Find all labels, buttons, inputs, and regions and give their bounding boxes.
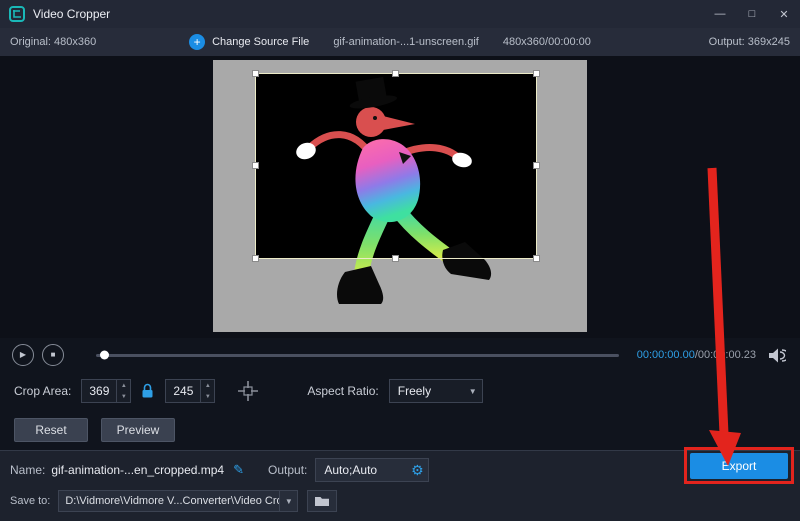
crop-handle[interactable] bbox=[252, 70, 259, 77]
output-format-value: Auto;Auto bbox=[324, 463, 378, 477]
crop-selection-box[interactable] bbox=[252, 70, 540, 262]
crop-handle[interactable] bbox=[252, 255, 259, 262]
crop-width-spinners: ▲ ▼ bbox=[116, 380, 130, 402]
gear-icon[interactable]: ⚙ bbox=[406, 462, 428, 479]
original-size-label: Original: 480x360 bbox=[10, 36, 97, 48]
source-filename: gif-animation-...1-unscreen.gif bbox=[333, 36, 479, 48]
center-crosshair-icon[interactable] bbox=[237, 380, 259, 402]
stop-icon: ■ bbox=[50, 350, 56, 359]
current-time: 00:00:00.00 bbox=[636, 349, 695, 361]
spin-up-icon[interactable]: ▲ bbox=[117, 380, 130, 391]
crop-handle[interactable] bbox=[533, 162, 540, 169]
stop-button[interactable]: ■ bbox=[42, 344, 64, 366]
crop-area-label: Crop Area: bbox=[14, 384, 72, 398]
output-size-label: Output: 369x245 bbox=[708, 36, 790, 48]
change-source-file-button[interactable]: + Change Source File bbox=[189, 34, 309, 50]
crop-height-value[interactable]: 245 bbox=[166, 380, 200, 402]
crop-handle[interactable] bbox=[533, 70, 540, 77]
aspect-ratio-label: Aspect Ratio: bbox=[307, 384, 379, 398]
crop-handle[interactable] bbox=[392, 255, 399, 262]
player-controls: ▶ ■ 00:00:00.00/00:00:00.23 bbox=[0, 338, 800, 372]
name-label: Name: bbox=[10, 463, 46, 477]
save-path-value: D:\Vidmore\Vidmore V...Converter\Video C… bbox=[65, 495, 280, 507]
save-to-row: Save to: D:\Vidmore\Vidmore V...Converte… bbox=[0, 488, 800, 514]
window-title: Video Cropper bbox=[33, 7, 111, 21]
crop-height-spinners: ▲ ▼ bbox=[200, 380, 214, 402]
crop-handle[interactable] bbox=[252, 162, 259, 169]
folder-icon bbox=[315, 497, 330, 506]
chevron-down-icon: ▼ bbox=[468, 386, 477, 396]
preview-button[interactable]: Preview bbox=[101, 418, 175, 442]
export-button[interactable]: Export bbox=[690, 453, 788, 479]
play-icon: ▶ bbox=[19, 350, 27, 359]
video-cropper-window: Video Cropper — □ ✕ Original: 480x360 + … bbox=[0, 0, 800, 521]
seek-slider[interactable] bbox=[96, 350, 619, 360]
crop-handle[interactable] bbox=[392, 70, 399, 77]
spin-down-icon[interactable]: ▼ bbox=[201, 391, 214, 402]
aspect-ratio-value: Freely bbox=[397, 384, 432, 398]
info-bar: Original: 480x360 + Change Source File g… bbox=[0, 28, 800, 56]
output-format-dropdown[interactable]: Auto;Auto ⚙ bbox=[315, 458, 430, 482]
preview-area bbox=[0, 56, 800, 338]
plus-icon: + bbox=[189, 34, 206, 50]
browse-folder-button[interactable] bbox=[307, 490, 338, 512]
crop-width-stepper[interactable]: 369 ▲ ▼ bbox=[81, 379, 132, 403]
source-file-info: 480x360/00:00:00 bbox=[502, 36, 591, 48]
time-display: 00:00:00.00/00:00:00.23 bbox=[637, 349, 756, 361]
chevron-down-icon[interactable]: ▼ bbox=[279, 491, 297, 511]
lock-ratio-icon[interactable] bbox=[140, 383, 155, 399]
name-row: Name: gif-animation-...en_cropped.mp4 ✎ … bbox=[0, 457, 670, 483]
crop-handle[interactable] bbox=[533, 255, 540, 262]
reset-button[interactable]: Reset bbox=[14, 418, 88, 442]
minimize-icon[interactable]: — bbox=[704, 0, 736, 28]
volume-icon[interactable] bbox=[768, 348, 786, 363]
spin-up-icon[interactable]: ▲ bbox=[201, 380, 214, 391]
crop-controls-row: Crop Area: 369 ▲ ▼ 245 ▲ ▼ Aspect Ratio:… bbox=[0, 374, 800, 408]
play-button[interactable]: ▶ bbox=[12, 344, 34, 366]
crop-width-value[interactable]: 369 bbox=[82, 380, 116, 402]
seek-thumb[interactable] bbox=[100, 350, 109, 360]
change-source-label: Change Source File bbox=[212, 36, 310, 48]
source-info-group: + Change Source File gif-animation-...1-… bbox=[120, 28, 660, 56]
app-logo-icon bbox=[9, 6, 25, 22]
close-icon[interactable]: ✕ bbox=[768, 0, 800, 28]
save-path-dropdown[interactable]: D:\Vidmore\Vidmore V...Converter\Video C… bbox=[58, 490, 299, 512]
save-to-label: Save to: bbox=[10, 495, 51, 507]
window-controls: — □ ✕ bbox=[704, 0, 800, 28]
output-format-label: Output: bbox=[268, 463, 308, 477]
crop-height-stepper[interactable]: 245 ▲ ▼ bbox=[165, 379, 216, 403]
output-panel: Name: gif-animation-...en_cropped.mp4 ✎ … bbox=[0, 450, 800, 521]
spin-down-icon[interactable]: ▼ bbox=[117, 391, 130, 402]
output-filename: gif-animation-...en_cropped.mp4 bbox=[51, 463, 225, 477]
aspect-ratio-dropdown[interactable]: Freely ▼ bbox=[388, 379, 483, 403]
maximize-icon[interactable]: □ bbox=[736, 0, 768, 28]
titlebar: Video Cropper — □ ✕ bbox=[0, 0, 800, 28]
action-buttons-row: Reset Preview bbox=[0, 412, 175, 448]
edit-name-icon[interactable]: ✎ bbox=[233, 462, 244, 478]
duration-time: /00:00:00.23 bbox=[694, 349, 756, 361]
video-canvas bbox=[213, 60, 587, 332]
